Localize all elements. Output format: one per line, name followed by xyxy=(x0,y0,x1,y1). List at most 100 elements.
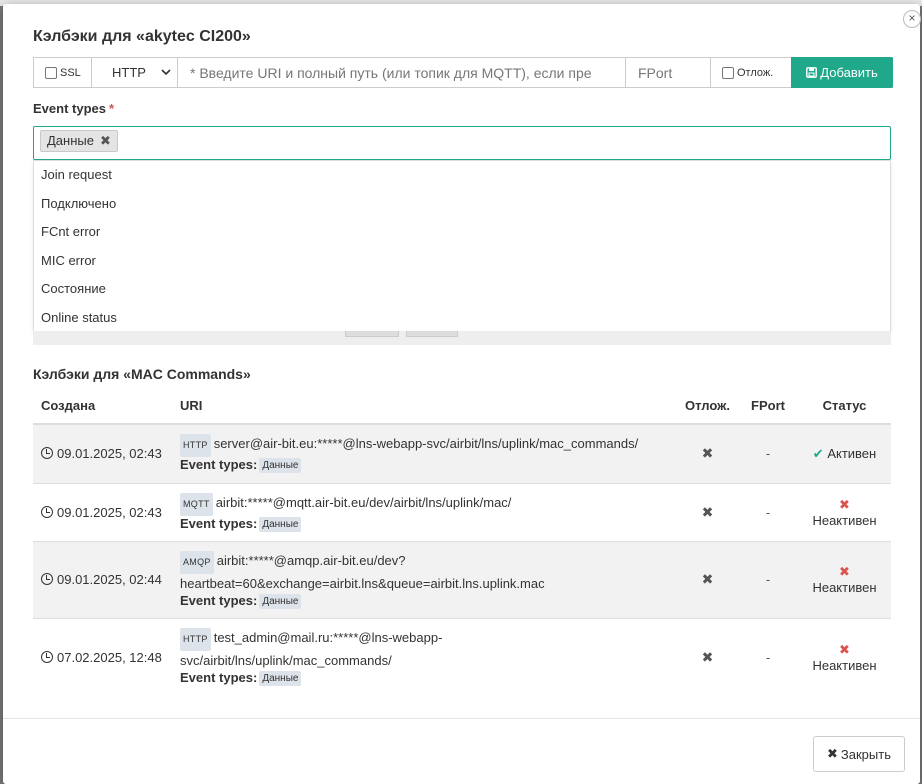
event-types-inline-label: Event types: xyxy=(180,515,258,531)
modal-title: Кэлбэки для «akytec CI200» xyxy=(33,28,251,45)
close-button[interactable]: ✖ Закрыть xyxy=(813,736,905,772)
col-created: Создана xyxy=(33,388,172,425)
delay-cell: ✖ xyxy=(677,540,738,618)
fport-cell: - xyxy=(738,423,798,483)
fport-value: - xyxy=(765,572,771,587)
delay-cell: ✖ xyxy=(677,423,738,483)
uri-text-continued: svc/airbit/lns/uplink/mac_commands/ xyxy=(180,653,392,669)
dropdown-option-state[interactable]: Состояние xyxy=(34,275,890,304)
event-badge: Данные xyxy=(259,593,302,609)
created-value: 09.01.2025, 02:44 xyxy=(57,572,162,587)
fport-cell: - xyxy=(738,540,798,618)
uri-text-continued: heartbeat=60&exchange=airbit.lns&queue=a… xyxy=(180,575,545,591)
footer-divider xyxy=(3,718,920,719)
dropdown-option-online-status[interactable]: Online status xyxy=(34,304,890,333)
event-types-dropdown: Join request Подключено FCnt error MIC e… xyxy=(33,160,891,332)
event-types-inline-label: Event types: xyxy=(180,670,258,686)
cross-icon: ✖ xyxy=(701,648,714,665)
event-types-inline-label: Event types: xyxy=(180,457,258,473)
created-cell: 07.02.2025, 12:48 xyxy=(33,617,172,696)
uri-cell: AMQP airbit:*****@amqp.air-bit.eu/dev? he… xyxy=(172,540,677,618)
protocol-badge: MQTT xyxy=(180,492,213,516)
created-value: 09.01.2025, 02:43 xyxy=(57,504,162,520)
clock-icon xyxy=(41,447,53,460)
status-cell: ✔ Активен xyxy=(798,423,891,483)
close-modal-icon[interactable]: × xyxy=(903,10,921,28)
selected-tag-label: Данные xyxy=(47,133,94,148)
mac-callbacks-table: Создана URI Отлож. FPort Статус 09.01.20… xyxy=(33,388,891,696)
delay-checkbox[interactable]: Отлож. xyxy=(711,58,790,87)
created-value: 07.02.2025, 12:48 xyxy=(57,649,162,665)
status-text: Неактивен xyxy=(812,657,877,673)
ssl-checkbox[interactable]: SSL xyxy=(34,58,92,87)
fport-cell: - xyxy=(738,617,798,696)
fport-input[interactable]: FPort xyxy=(626,58,711,87)
required-mark: * xyxy=(108,101,115,116)
table-row: 09.01.2025, 02:44 AMQP airbit:*****@amqp.… xyxy=(33,540,891,618)
delay-label: Отлож. xyxy=(737,66,774,79)
event-badge: Данные xyxy=(259,671,302,687)
mac-section-title: Кэлбэки для «MAC Commands» xyxy=(33,366,251,382)
table-row: 09.01.2025, 02:43 HTTP server@air-bit.eu:… xyxy=(33,423,891,483)
check-icon: ✔ xyxy=(812,445,824,461)
col-uri: URI xyxy=(172,388,677,425)
created-cell: 09.01.2025, 02:43 xyxy=(33,482,172,541)
event-badge: Данные xyxy=(259,458,302,474)
created-cell: 09.01.2025, 02:43 xyxy=(33,423,172,483)
clock-icon xyxy=(41,573,53,585)
fport-value: - xyxy=(765,446,771,462)
uri-text: server@air-bit.eu:*****@lns-webapp-svc/a… xyxy=(213,436,639,452)
clock-icon xyxy=(41,505,53,518)
status-text: Активен xyxy=(827,445,877,461)
protocol-badge: HTTP xyxy=(180,628,211,652)
uri-text: test_admin@mail.ru:*****@lns-webapp- xyxy=(213,630,443,646)
cross-icon: ✖ xyxy=(701,571,714,587)
add-button[interactable]: Добавить xyxy=(791,57,893,88)
cross-icon: ✖ xyxy=(839,496,850,512)
protocol-select[interactable]: HTTP xyxy=(92,58,178,87)
selected-tag-data: Данные ✖ xyxy=(40,130,118,152)
add-button-label: Добавить xyxy=(820,65,878,80)
dropdown-option-join-request[interactable]: Join request xyxy=(34,161,890,190)
clock-icon xyxy=(41,650,53,663)
cross-icon: ✖ xyxy=(839,641,850,657)
add-callback-form: SSL HTTP * Введите URI и полный путь (ил… xyxy=(33,57,893,88)
dropdown-option-mic-error[interactable]: MIC error xyxy=(34,247,890,276)
status-text: Неактивен xyxy=(812,580,877,595)
delay-cell: ✖ xyxy=(677,617,738,696)
created-value: 09.01.2025, 02:43 xyxy=(57,446,162,462)
cross-icon: ✖ xyxy=(701,503,714,520)
event-types-select[interactable]: Данные ✖ xyxy=(33,126,891,160)
close-icon: ✖ xyxy=(827,746,838,761)
col-fport: FPort xyxy=(738,388,798,425)
remove-tag-icon[interactable]: ✖ xyxy=(100,133,111,148)
ssl-checkbox-box[interactable] xyxy=(45,66,57,79)
uri-cell: HTTP server@air-bit.eu:*****@lns-webapp-s… xyxy=(172,423,677,483)
ssl-label: SSL xyxy=(60,66,81,79)
close-button-label: Закрыть xyxy=(840,746,891,762)
fport-value: - xyxy=(765,649,771,665)
delay-checkbox-box[interactable] xyxy=(722,66,734,79)
dropdown-option-fcnt-error[interactable]: FCnt error xyxy=(34,218,890,247)
hidden-table-strip xyxy=(33,331,891,345)
uri-cell: MQTT airbit:*****@mqtt.air-bit.eu/dev/air… xyxy=(172,482,677,541)
table-row: 07.02.2025, 12:48 HTTP test_admin@mail.ru… xyxy=(33,617,891,696)
chevron-down-icon xyxy=(161,69,171,76)
event-types-label: Event types * xyxy=(33,101,114,116)
event-types-label-text: Event types xyxy=(33,101,106,116)
protocol-badge: HTTP xyxy=(180,434,211,458)
save-icon xyxy=(806,67,818,78)
fport-cell: - xyxy=(738,482,798,541)
status-text: Неактивен xyxy=(812,512,877,528)
cross-icon: ✖ xyxy=(839,564,850,579)
uri-input[interactable]: * Введите URI и полный путь (или топик д… xyxy=(178,58,626,87)
status-cell: ✖ Неактивен xyxy=(798,617,891,696)
callbacks-modal: × Кэлбэки для «akytec CI200» SSL HTTP * … xyxy=(3,4,921,784)
status-cell: ✖ Неактивен xyxy=(798,482,891,541)
event-badge: Данные xyxy=(259,516,302,532)
uri-cell: HTTP test_admin@mail.ru:*****@lns-webapp-… xyxy=(172,617,677,696)
cross-icon: ✖ xyxy=(701,445,714,462)
status-cell: ✖ Неактивен xyxy=(798,540,891,618)
dropdown-option-connected[interactable]: Подключено xyxy=(34,190,890,219)
uri-text: airbit:*****@mqtt.air-bit.eu/dev/airbit/… xyxy=(215,494,512,510)
